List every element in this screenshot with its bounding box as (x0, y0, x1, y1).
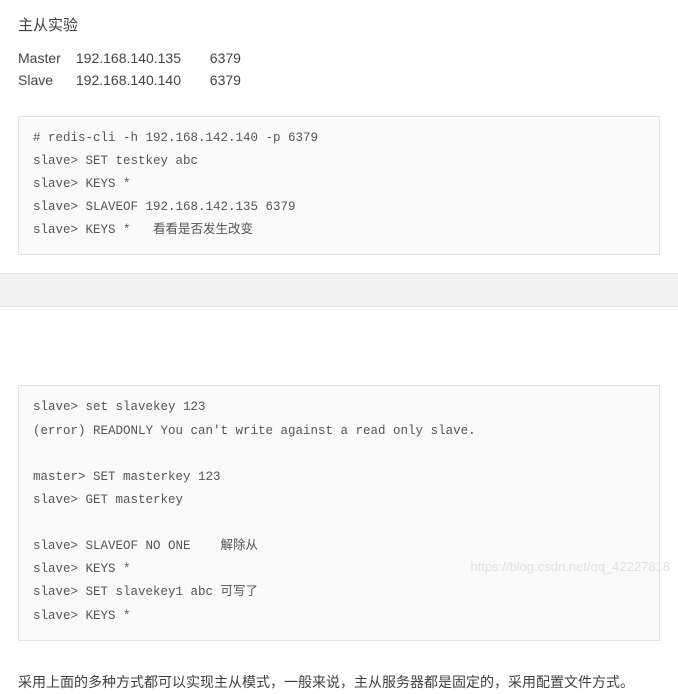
slave-label: Slave (18, 69, 72, 91)
code-block-1: # redis-cli -h 192.168.142.140 -p 6379 s… (18, 116, 660, 256)
master-line: Master 192.168.140.135 6379 (18, 47, 660, 69)
master-ip: 192.168.140.135 (76, 47, 206, 69)
summary-paragraph: 采用上面的多种方式都可以实现主从模式，一般来说，主从服务器都是固定的，采用配置文… (0, 659, 678, 694)
section-gap (0, 273, 678, 307)
master-label: Master (18, 47, 72, 69)
master-port: 6379 (210, 50, 241, 66)
slave-port: 6379 (210, 72, 241, 88)
code-block-2: slave> set slavekey 123 (error) READONLY… (18, 385, 660, 640)
page-title: 主从实验 (18, 14, 660, 35)
slave-line: Slave 192.168.140.140 6379 (18, 69, 660, 91)
slave-ip: 192.168.140.140 (76, 69, 206, 91)
